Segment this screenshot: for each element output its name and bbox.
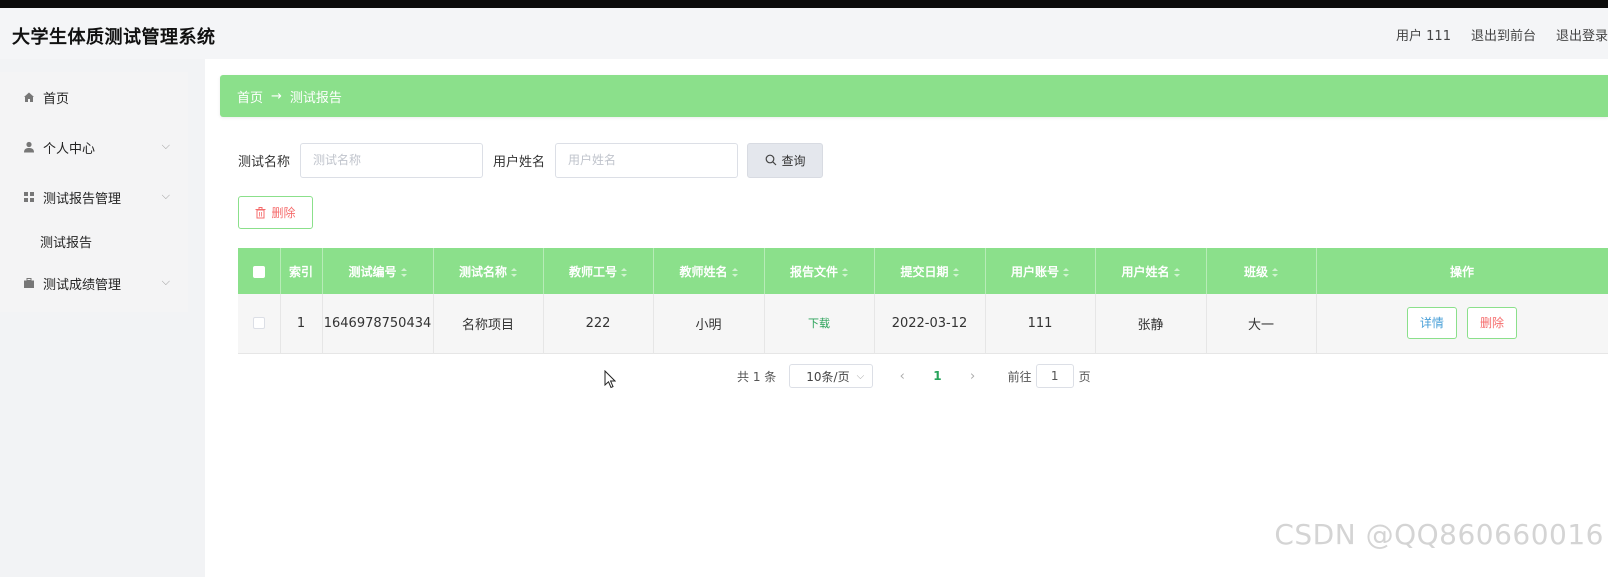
sidebar-item-home[interactable]: 首页 bbox=[0, 72, 188, 122]
query-button-label: 查询 bbox=[781, 153, 806, 168]
row-delete-button[interactable]: 删除 bbox=[1467, 307, 1518, 340]
report-table: 索引 测试编号 测试名称 教师工号 教师姓名 报告文件 提交日期 用户账号 用户… bbox=[238, 248, 1608, 354]
goto-suffix: 页 bbox=[1078, 369, 1091, 384]
grid-icon bbox=[22, 190, 36, 204]
column-header[interactable]: 报告文件 bbox=[764, 248, 875, 294]
cell-user-account: 111 bbox=[985, 294, 1096, 354]
sidebar-item-personal-center[interactable]: 个人中心 ⌵ bbox=[0, 122, 188, 172]
sidebar-item-label: 测试报告 bbox=[40, 235, 93, 251]
sidebar-item-label: 测试报告管理 bbox=[43, 191, 122, 207]
sidebar-item-label: 测试成绩管理 bbox=[43, 277, 122, 293]
sort-icon[interactable] bbox=[731, 267, 738, 277]
watermark: CSDN @QQ860660016 bbox=[1274, 518, 1604, 551]
column-header: 操作 bbox=[1316, 248, 1608, 294]
sidebar-subitem-test-report[interactable]: 测试报告 bbox=[0, 222, 188, 260]
home-icon bbox=[22, 90, 36, 104]
pagination: 共 1 条 10条/页 ⌵ ‹ 1 › 前往 1 页 bbox=[737, 364, 1091, 388]
next-page-icon[interactable]: › bbox=[966, 369, 980, 384]
sidebar-item-score-management[interactable]: 测试成绩管理 ⌵ bbox=[0, 258, 188, 308]
chevron-down-icon: ⌵ bbox=[161, 139, 170, 152]
goto-page-input[interactable]: 1 bbox=[1035, 364, 1074, 388]
prev-page-icon[interactable]: ‹ bbox=[895, 369, 909, 384]
current-user: 用户 111 bbox=[1396, 29, 1451, 44]
detail-button[interactable]: 详情 bbox=[1406, 307, 1457, 340]
row-select-cell[interactable] bbox=[238, 294, 281, 354]
column-header: 索引 bbox=[280, 248, 323, 294]
column-header[interactable]: 测试名称 bbox=[433, 248, 544, 294]
cell-teacher-name: 小明 bbox=[653, 294, 765, 354]
search-icon bbox=[765, 154, 776, 166]
sort-icon[interactable] bbox=[952, 267, 959, 277]
cell-test-name: 名称项目 bbox=[433, 294, 544, 354]
sort-icon[interactable] bbox=[1272, 267, 1278, 277]
logout-link[interactable]: 退出登录 bbox=[1556, 25, 1608, 44]
test-name-label: 测试名称 bbox=[238, 154, 291, 170]
select-all-checkbox[interactable] bbox=[252, 265, 265, 278]
mouse-cursor-icon bbox=[604, 369, 617, 393]
sort-icon[interactable] bbox=[621, 267, 627, 277]
sort-icon[interactable] bbox=[1063, 267, 1069, 277]
query-button[interactable]: 查询 bbox=[747, 142, 824, 178]
test-name-input[interactable] bbox=[300, 142, 484, 178]
cell-report-file: 下载 bbox=[764, 294, 875, 354]
column-header[interactable]: 教师姓名 bbox=[653, 248, 765, 294]
breadcrumb-home[interactable]: 首页 bbox=[237, 87, 263, 106]
cell-test-no: 1646978750434 bbox=[322, 294, 434, 354]
chevron-down-icon: ⌵ bbox=[161, 275, 170, 288]
cell-class: 大一 bbox=[1206, 294, 1317, 354]
breadcrumb-separator: → bbox=[271, 88, 282, 104]
briefcase-icon bbox=[22, 276, 36, 290]
sort-icon[interactable] bbox=[842, 267, 848, 277]
breadcrumb-current: 测试报告 bbox=[289, 90, 342, 106]
breadcrumb: 首页 → 测试报告 bbox=[220, 75, 1608, 117]
column-header[interactable]: 用户姓名 bbox=[1095, 248, 1207, 294]
top-bar bbox=[0, 0, 1608, 8]
cell-teacher-id: 222 bbox=[543, 294, 654, 354]
table-row: 1 1646978750434 名称项目 222 小明 下载 2022-03-1… bbox=[238, 294, 1608, 354]
select-all-cell[interactable] bbox=[238, 248, 281, 294]
table-header-row: 索引 测试编号 测试名称 教师工号 教师姓名 报告文件 提交日期 用户账号 用户… bbox=[238, 248, 1608, 294]
page-number[interactable]: 1 bbox=[933, 369, 941, 383]
cell-actions: 详情 删除 bbox=[1316, 294, 1608, 354]
user-name-input[interactable] bbox=[555, 142, 739, 178]
column-header[interactable]: 测试编号 bbox=[322, 248, 434, 294]
cell-user-name: 张静 bbox=[1095, 294, 1207, 354]
page-size-select[interactable]: 10条/页 ⌵ bbox=[789, 364, 874, 388]
column-header[interactable]: 提交日期 bbox=[874, 248, 986, 294]
batch-delete-button[interactable]: 删除 bbox=[238, 196, 313, 229]
cell-submit-date: 2022-03-12 bbox=[874, 294, 986, 354]
header-actions: 用户 111 退出到前台 退出登录 bbox=[1396, 25, 1608, 44]
column-header[interactable]: 用户账号 bbox=[985, 248, 1096, 294]
search-form: 测试名称 用户姓名 查询 bbox=[238, 142, 824, 178]
chevron-down-icon: ⌵ bbox=[161, 189, 170, 202]
sort-icon[interactable] bbox=[511, 267, 517, 277]
user-name-label: 用户姓名 bbox=[493, 154, 546, 170]
row-checkbox[interactable] bbox=[252, 317, 265, 330]
column-header[interactable]: 教师工号 bbox=[543, 248, 654, 294]
header: 大学生体质测试管理系统 用户 111 退出到前台 退出登录 bbox=[0, 8, 1608, 59]
batch-delete-label: 删除 bbox=[271, 206, 296, 220]
chevron-down-icon: ⌵ bbox=[856, 370, 865, 382]
column-header[interactable]: 班级 bbox=[1206, 248, 1317, 294]
user-icon bbox=[22, 140, 36, 154]
goto-prefix: 前往 bbox=[1007, 369, 1032, 384]
pagination-total: 共 1 条 bbox=[737, 369, 777, 384]
sort-icon[interactable] bbox=[400, 267, 407, 277]
download-link[interactable]: 下载 bbox=[808, 317, 830, 330]
cell-index: 1 bbox=[280, 294, 323, 354]
page-size-value: 10条/页 bbox=[806, 369, 850, 384]
exit-to-front-link[interactable]: 退出到前台 bbox=[1471, 25, 1536, 44]
sidebar-item-report-management[interactable]: 测试报告管理 ⌵ bbox=[0, 172, 188, 222]
system-title: 大学生体质测试管理系统 bbox=[12, 27, 216, 48]
sidebar-item-label: 个人中心 bbox=[43, 141, 96, 157]
sidebar-menu: 首页 个人中心 ⌵ 测试报告管理 ⌵ 测试报告 测试成绩管理 ⌵ bbox=[0, 72, 188, 312]
sort-icon[interactable] bbox=[1173, 267, 1180, 277]
sidebar-item-label: 首页 bbox=[43, 91, 70, 107]
trash-icon bbox=[255, 206, 266, 218]
